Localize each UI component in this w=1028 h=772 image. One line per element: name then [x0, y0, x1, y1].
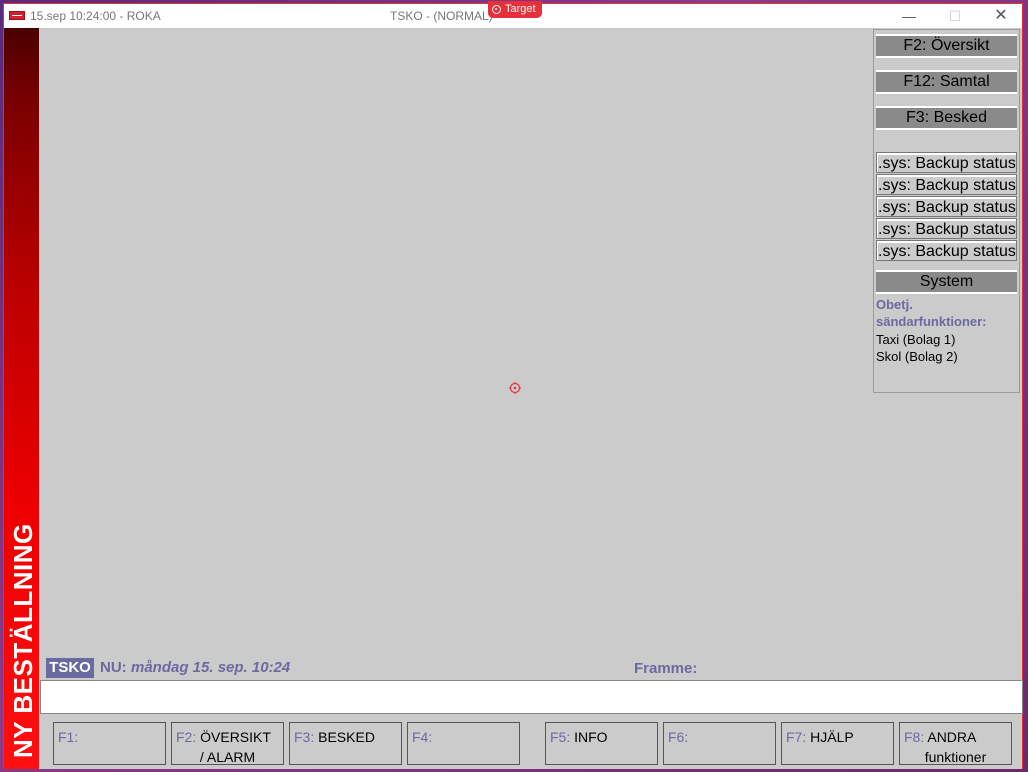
section-label: Obetj.: [876, 297, 913, 312]
backup-status-label: .sys: Backup status: [878, 155, 1016, 172]
f1-key[interactable]: F1:: [53, 722, 166, 765]
app-icon: [9, 11, 25, 20]
minimize-button[interactable]: —: [886, 4, 932, 28]
backup-status-label: .sys: Backup status: [878, 243, 1016, 260]
target-icon: [492, 5, 501, 14]
backup-status-item[interactable]: .sys: Backup status: [876, 174, 1017, 195]
arrival-label: Framme:: [634, 660, 698, 677]
target-label: Target: [505, 3, 536, 15]
mode-sidebar: NY BESTÄLLNING: [4, 28, 39, 769]
title-bar: 15.sep 10:24:00 - ROKA TSKO - (NORMAL) T…: [4, 1, 1024, 28]
f6-key[interactable]: F6:: [663, 722, 776, 765]
main-area[interactable]: F2: Översikt F12: Samtal F3: Besked .sys…: [39, 28, 1023, 769]
backup-status-label: .sys: Backup status: [878, 177, 1016, 194]
f3-message-key[interactable]: F3: BESKED: [289, 722, 402, 765]
section-label: sändarfunktioner:: [876, 314, 987, 329]
transmitter-item: Skol (Bolag 2): [876, 349, 958, 364]
transmitter-item: Taxi (Bolag 1): [876, 332, 956, 347]
now-label: NU:: [100, 659, 127, 676]
backup-status-item[interactable]: .sys: Backup status: [876, 240, 1017, 261]
overview-button[interactable]: F2: Översikt: [876, 34, 1017, 58]
backup-status-item[interactable]: .sys: Backup status: [876, 152, 1017, 173]
status-line: TSKO NU: måndag 15. sep. 10:24 Framme:: [39, 656, 1022, 680]
backup-status-label: .sys: Backup status: [878, 199, 1016, 216]
f4-key[interactable]: F4:: [407, 722, 520, 765]
window-title: 15.sep 10:24:00 - ROKA: [30, 9, 161, 23]
command-input[interactable]: [40, 680, 1023, 714]
f5-info-key[interactable]: F5: INFO: [545, 722, 658, 765]
sidebar-mode-label: NY BESTÄLLNING: [8, 523, 38, 758]
f7-help-key[interactable]: F7: HJÄLP: [781, 722, 894, 765]
right-panel: F2: Översikt F12: Samtal F3: Besked .sys…: [873, 29, 1020, 393]
now-date: måndag 15. sep. 10:24: [131, 659, 291, 676]
window-mode-title: TSKO - (NORMAL): [390, 9, 493, 23]
call-button[interactable]: F12: Samtal: [876, 70, 1017, 94]
tsko-badge: TSKO: [46, 658, 94, 678]
crosshair-icon: [509, 382, 521, 394]
system-header[interactable]: System: [876, 270, 1017, 294]
function-key-bar: F1: F2: ÖVERSIKT / ALARM F3: BESKED F4: F…: [39, 716, 1022, 769]
close-button[interactable]: ✕: [978, 4, 1024, 28]
message-button[interactable]: F3: Besked: [876, 106, 1017, 130]
backup-status-label: .sys: Backup status: [878, 221, 1016, 238]
backup-status-item[interactable]: .sys: Backup status: [876, 218, 1017, 239]
maximize-button[interactable]: ☐: [932, 4, 978, 28]
backup-status-item[interactable]: .sys: Backup status: [876, 196, 1017, 217]
target-badge[interactable]: Target: [488, 1, 542, 18]
f8-other-functions-key[interactable]: F8: ANDRA funktioner: [899, 722, 1012, 765]
app-window: 15.sep 10:24:00 - ROKA TSKO - (NORMAL) T…: [3, 1, 1024, 769]
f2-overview-alarm-key[interactable]: F2: ÖVERSIKT / ALARM: [171, 722, 284, 765]
